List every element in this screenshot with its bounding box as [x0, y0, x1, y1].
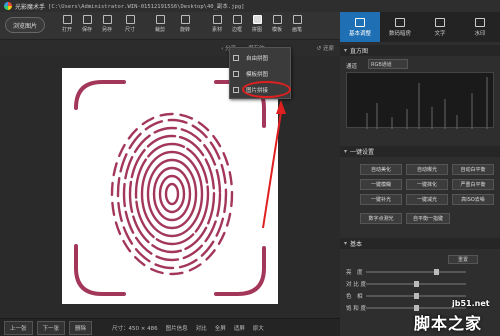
one-click-blur-button[interactable]: 一键模糊: [360, 179, 402, 190]
channel-label: 通道: [346, 64, 358, 70]
collapse-icon: ▾: [344, 240, 348, 247]
basic-adjust-icon: [355, 17, 365, 27]
tab-basic-adjust[interactable]: 基本调整: [340, 12, 380, 42]
brightness-slider[interactable]: [366, 269, 466, 275]
histogram-graphic: [366, 77, 488, 129]
original-size-button[interactable]: 原大: [253, 324, 264, 332]
prev-image-button[interactable]: 上一张: [4, 320, 33, 335]
watermark-icon: [475, 17, 485, 27]
saturation-label: 饱 和 度: [346, 306, 366, 312]
slider-handle[interactable]: [413, 293, 419, 299]
saturation-slider[interactable]: [366, 305, 466, 311]
auto-beautify-button[interactable]: 自动美化: [360, 164, 402, 175]
status-bar: 上一张 下一张 删除 尺寸：450 × 486 图片信息 对比 全屏 适屏 原大: [0, 318, 340, 336]
right-tab-bar: 基本调整 数码暗房 文字 水印: [340, 12, 500, 42]
watermark-site: jb51.net: [452, 299, 490, 308]
hue-slider[interactable]: [366, 293, 466, 299]
watermark-name: 脚本之家: [414, 314, 483, 333]
fit-screen-button[interactable]: 适屏: [234, 324, 245, 332]
darkroom-icon: [395, 17, 405, 27]
one-click-header[interactable]: ▾ 一键设置: [340, 146, 500, 157]
basic-header[interactable]: ▾ 基本: [340, 238, 500, 249]
collapse-icon: ▾: [344, 47, 348, 54]
channel-select[interactable]: RGB通道: [368, 59, 408, 69]
auto-white-balance-button[interactable]: 自动白平衡: [452, 164, 494, 175]
fill-light-button[interactable]: 一键补光: [360, 194, 402, 205]
white-balance-picker-button[interactable]: 自平衡一指键: [406, 213, 450, 224]
tab-watermark[interactable]: 水印: [460, 12, 500, 42]
strict-white-balance-button[interactable]: 严重白平衡: [452, 179, 494, 190]
compare-button[interactable]: 对比: [196, 324, 207, 332]
slider-handle[interactable]: [434, 269, 440, 275]
one-click-smooth-button[interactable]: 一键抹化: [406, 179, 448, 190]
delete-button[interactable]: 删除: [69, 320, 93, 335]
reset-button[interactable]: 重置: [448, 255, 478, 264]
histogram-chart: [346, 72, 494, 129]
collapse-icon: ▾: [344, 148, 348, 155]
histogram-header[interactable]: ▾ 直方图: [340, 45, 500, 56]
reduce-light-button[interactable]: 一键减光: [406, 194, 448, 205]
tab-darkroom[interactable]: 数码暗房: [380, 12, 420, 42]
spot-metering-button[interactable]: 数字点测光: [360, 213, 402, 224]
text-icon: [435, 17, 445, 27]
fullscreen-button[interactable]: 全屏: [215, 324, 226, 332]
brightness-label: 亮 度: [346, 270, 363, 276]
image-info-button[interactable]: 图片信息: [166, 324, 188, 332]
hue-label: 色 相: [346, 294, 363, 300]
auto-exposure-button[interactable]: 自动曝光: [406, 164, 448, 175]
contrast-slider[interactable]: [366, 281, 466, 287]
image-size: 尺寸：450 × 486: [112, 325, 158, 332]
tab-text[interactable]: 文字: [420, 12, 460, 42]
slider-handle[interactable]: [413, 281, 419, 287]
right-panel: ▾ 直方图 通道 RGB通道 ▾ 一键设置 自动美化 自动曝光 自动白平衡 一键模糊…: [340, 42, 500, 336]
high-iso-denoise-button[interactable]: 高ISO去噪: [452, 194, 494, 205]
contrast-label: 对 比 度: [346, 282, 366, 288]
next-image-button[interactable]: 下一张: [36, 320, 66, 335]
